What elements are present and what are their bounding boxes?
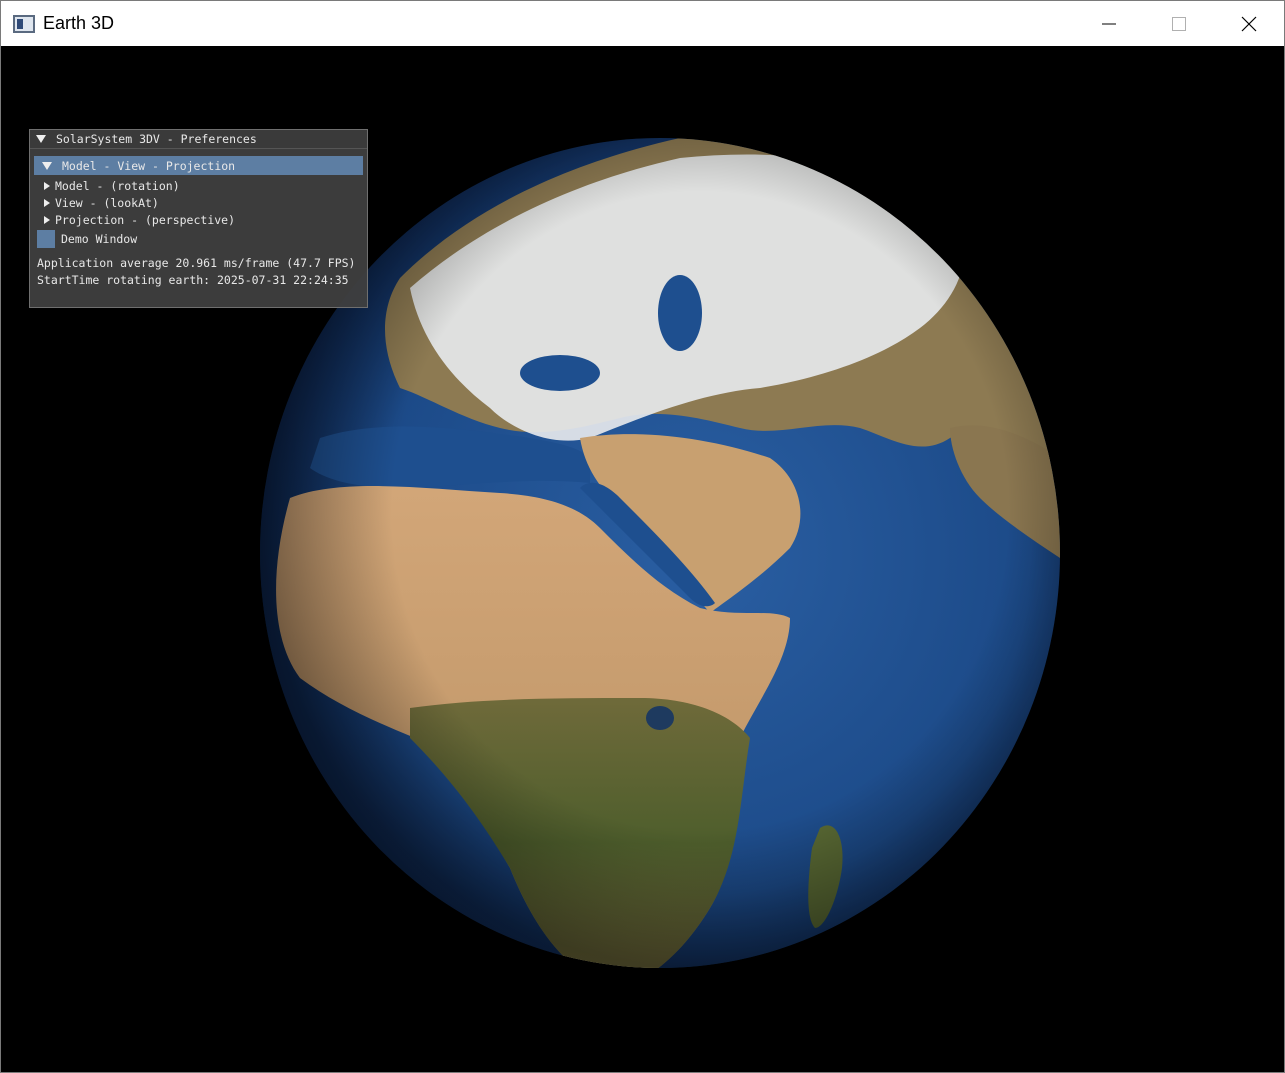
render-viewport[interactable]: SolarSystem 3DV - Preferences Model - Vi… — [2, 47, 1284, 1072]
maximize-icon — [1172, 16, 1186, 31]
demo-window-checkbox[interactable] — [37, 230, 55, 248]
tree-item-label: Projection - (perspective) — [55, 212, 236, 227]
section-header-mvp[interactable]: Model - View - Projection — [34, 156, 363, 175]
window-title: Earth 3D — [43, 13, 115, 33]
demo-window-label: Demo Window — [61, 232, 138, 246]
maximize-button[interactable] — [1144, 1, 1214, 46]
collapse-arrow-icon[interactable] — [36, 135, 46, 143]
tree-item-projection[interactable]: Projection - (perspective) — [30, 211, 367, 228]
minimize-icon — [1102, 23, 1116, 24]
tree-item-label: View - (lookAt) — [55, 195, 159, 210]
collapse-arrow-icon — [42, 161, 52, 170]
tree-item-label: Model - (rotation) — [55, 178, 180, 193]
expand-arrow-icon — [44, 198, 50, 207]
close-button[interactable] — [1214, 1, 1284, 46]
demo-window-row: Demo Window — [30, 229, 367, 249]
title-bar[interactable]: Earth 3D — [1, 1, 1284, 46]
app-window-icon — [13, 14, 35, 33]
tree-item-view[interactable]: View - (lookAt) — [30, 194, 367, 211]
preferences-panel[interactable]: SolarSystem 3DV - Preferences Model - Vi… — [29, 129, 368, 308]
preferences-title: SolarSystem 3DV - Preferences — [56, 132, 257, 146]
tree-item-model[interactable]: Model - (rotation) — [30, 177, 367, 194]
expand-arrow-icon — [44, 181, 50, 190]
close-icon — [1241, 16, 1257, 31]
caption-buttons — [1074, 1, 1284, 46]
start-time-info: StartTime rotating earth: 2025-07-31 22:… — [37, 272, 349, 287]
minimize-button[interactable] — [1074, 1, 1144, 46]
expand-arrow-icon — [44, 215, 50, 224]
app-window: Earth 3D SolarSystem 3DV - Preferences M… — [0, 0, 1285, 1073]
fps-info: Application average 20.961 ms/frame (47.… — [37, 255, 356, 270]
section-header-label: Model - View - Projection — [62, 158, 236, 173]
earth-globe[interactable] — [260, 138, 1060, 968]
preferences-title-bar[interactable]: SolarSystem 3DV - Preferences — [30, 130, 367, 149]
